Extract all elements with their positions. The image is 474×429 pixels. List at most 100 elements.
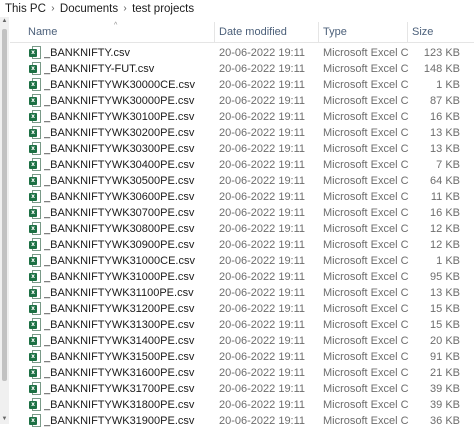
- scroll-up-arrow-icon[interactable]: ▲: [0, 17, 9, 26]
- excel-file-icon: x: [29, 270, 41, 284]
- vertical-scrollbar[interactable]: ▲ ▼: [0, 17, 9, 424]
- file-date-modified: 20-06-2022 19:11: [219, 47, 306, 59]
- file-date-modified: 20-06-2022 19:11: [219, 223, 306, 235]
- file-type: Microsoft Excel Co...: [323, 79, 409, 91]
- file-name: _BANKNIFTYWK31000CE.csv: [44, 255, 195, 267]
- file-row[interactable]: x _BANKNIFTYWK31700PE.csv 20-06-2022 19:11…: [10, 381, 474, 397]
- file-name: _BANKNIFTYWK30700PE.csv: [44, 207, 195, 219]
- file-row[interactable]: x _BANKNIFTYWK30300PE.csv 20-06-2022 19:11…: [10, 141, 474, 157]
- excel-file-icon: x: [29, 286, 41, 300]
- column-header-name[interactable]: Name: [24, 22, 215, 42]
- file-type: Microsoft Excel Co...: [323, 207, 409, 219]
- file-size: 1 KB: [436, 79, 460, 91]
- file-date-modified: 20-06-2022 19:11: [219, 383, 306, 395]
- breadcrumb-item-test-projects[interactable]: test projects: [132, 3, 194, 15]
- file-row[interactable]: x _BANKNIFTYWK30600PE.csv 20-06-2022 19:11…: [10, 189, 474, 205]
- chevron-right-icon[interactable]: ›: [46, 3, 60, 14]
- file-row[interactable]: x _BANKNIFTYWK30400PE.csv 20-06-2022 19:11…: [10, 157, 474, 173]
- file-size: 21 KB: [430, 367, 460, 379]
- file-type: Microsoft Excel Co...: [323, 271, 409, 283]
- scroll-thumb[interactable]: [2, 29, 7, 381]
- file-size: 91 KB: [430, 351, 460, 363]
- file-type: Microsoft Excel Co...: [323, 319, 409, 331]
- file-size: 12 KB: [430, 223, 460, 235]
- file-name: _BANKNIFTYWK31600PE.csv: [44, 367, 195, 379]
- breadcrumb-item-this-pc[interactable]: This PC: [5, 3, 46, 15]
- excel-file-icon: x: [29, 62, 41, 76]
- excel-file-icon: x: [29, 238, 41, 252]
- file-name: _BANKNIFTYWK31000PE.csv: [44, 271, 195, 283]
- excel-file-icon: x: [29, 206, 41, 220]
- file-size: 13 KB: [430, 143, 460, 155]
- file-row[interactable]: x _BANKNIFTYWK30200PE.csv 20-06-2022 19:11…: [10, 125, 474, 141]
- file-name: _BANKNIFTYWK30600PE.csv: [44, 191, 195, 203]
- file-type: Microsoft Excel Co...: [323, 239, 409, 251]
- file-type: Microsoft Excel Co...: [323, 223, 409, 235]
- file-row[interactable]: x _BANKNIFTYWK31400PE.csv 20-06-2022 19:11…: [10, 333, 474, 349]
- excel-file-icon: x: [29, 126, 41, 140]
- column-header-row: ^ Name Date modified Type Size: [10, 22, 474, 43]
- file-date-modified: 20-06-2022 19:11: [219, 303, 306, 315]
- file-row[interactable]: x _BANKNIFTYWK30800PE.csv 20-06-2022 19:11…: [10, 221, 474, 237]
- file-type: Microsoft Excel Co...: [323, 383, 409, 395]
- excel-file-icon: x: [29, 46, 41, 60]
- file-type: Microsoft Excel Co...: [323, 95, 409, 107]
- file-name: _BANKNIFTY.csv: [44, 47, 130, 59]
- file-row[interactable]: x _BANKNIFTYWK31800PE.csv 20-06-2022 19:11…: [10, 397, 474, 413]
- file-row[interactable]: x _BANKNIFTYWK31000CE.csv 20-06-2022 19:11…: [10, 253, 474, 269]
- file-name: _BANKNIFTYWK31300PE.csv: [44, 319, 195, 331]
- file-date-modified: 20-06-2022 19:11: [219, 175, 306, 187]
- excel-file-icon: x: [29, 414, 41, 428]
- file-size: 12 KB: [430, 239, 460, 251]
- file-type: Microsoft Excel Co...: [323, 303, 409, 315]
- file-type: Microsoft Excel Co...: [323, 143, 409, 155]
- file-row[interactable]: x _BANKNIFTY-FUT.csv 20-06-2022 19:11 Micro…: [10, 61, 474, 77]
- file-row[interactable]: x _BANKNIFTYWK31300PE.csv 20-06-2022 19:11…: [10, 317, 474, 333]
- chevron-right-icon[interactable]: ›: [118, 3, 132, 14]
- file-size: 16 KB: [430, 207, 460, 219]
- file-size: 64 KB: [430, 175, 460, 187]
- excel-file-icon: x: [29, 398, 41, 412]
- excel-file-icon: x: [29, 190, 41, 204]
- file-type: Microsoft Excel Co...: [323, 367, 409, 379]
- excel-file-icon: x: [29, 94, 41, 108]
- file-name: _BANKNIFTYWK30900PE.csv: [44, 239, 195, 251]
- file-type: Microsoft Excel Co...: [323, 127, 409, 139]
- file-name: _BANKNIFTYWK31700PE.csv: [44, 383, 195, 395]
- file-size: 20 KB: [430, 335, 460, 347]
- file-row[interactable]: x _BANKNIFTYWK30000PE.csv 20-06-2022 19:11…: [10, 93, 474, 109]
- file-size: 11 KB: [430, 191, 460, 203]
- file-size: 7 KB: [436, 159, 460, 171]
- column-header-type[interactable]: Type: [319, 22, 408, 42]
- excel-file-icon: x: [29, 254, 41, 268]
- file-date-modified: 20-06-2022 19:11: [219, 287, 306, 299]
- breadcrumb-item-documents[interactable]: Documents: [60, 3, 118, 15]
- file-row[interactable]: x _BANKNIFTY.csv 20-06-2022 19:11 Microsoft…: [10, 45, 474, 61]
- file-row[interactable]: x _BANKNIFTYWK30000CE.csv 20-06-2022 19:11…: [10, 77, 474, 93]
- file-row[interactable]: x _BANKNIFTYWK30700PE.csv 20-06-2022 19:11…: [10, 205, 474, 221]
- file-row[interactable]: x _BANKNIFTYWK31500PE.csv 20-06-2022 19:11…: [10, 349, 474, 365]
- column-header-size[interactable]: Size: [408, 22, 462, 42]
- scroll-down-arrow-icon[interactable]: ▼: [0, 415, 9, 424]
- excel-file-icon: x: [29, 142, 41, 156]
- file-type: Microsoft Excel Co...: [323, 415, 409, 427]
- file-row[interactable]: x _BANKNIFTYWK30100PE.csv 20-06-2022 19:11…: [10, 109, 474, 125]
- file-type: Microsoft Excel Co...: [323, 175, 409, 187]
- file-size: 95 KB: [430, 271, 460, 283]
- file-row[interactable]: x _BANKNIFTYWK31900PE.csv 20-06-2022 19:11…: [10, 413, 474, 429]
- file-size: 123 KB: [423, 47, 460, 59]
- file-row[interactable]: x _BANKNIFTYWK31100PE.csv 20-06-2022 19:11…: [10, 285, 474, 301]
- file-row[interactable]: x _BANKNIFTYWK30900PE.csv 20-06-2022 19:11…: [10, 237, 474, 253]
- file-date-modified: 20-06-2022 19:11: [219, 319, 306, 331]
- file-row[interactable]: x _BANKNIFTYWK31600PE.csv 20-06-2022 19:11…: [10, 365, 474, 381]
- file-name: _BANKNIFTYWK30800PE.csv: [44, 223, 195, 235]
- file-row[interactable]: x _BANKNIFTYWK30500PE.csv 20-06-2022 19:11…: [10, 173, 474, 189]
- file-type: Microsoft Excel Co...: [323, 255, 409, 267]
- column-header-date-modified[interactable]: Date modified: [215, 22, 319, 42]
- file-name: _BANKNIFTYWK31400PE.csv: [44, 335, 195, 347]
- file-row[interactable]: x _BANKNIFTYWK31000PE.csv 20-06-2022 19:11…: [10, 269, 474, 285]
- file-name: _BANKNIFTYWK31800PE.csv: [44, 399, 195, 411]
- file-row[interactable]: x _BANKNIFTYWK31200PE.csv 20-06-2022 19:11…: [10, 301, 474, 317]
- file-date-modified: 20-06-2022 19:11: [219, 95, 306, 107]
- file-type: Microsoft Excel Co...: [323, 191, 409, 203]
